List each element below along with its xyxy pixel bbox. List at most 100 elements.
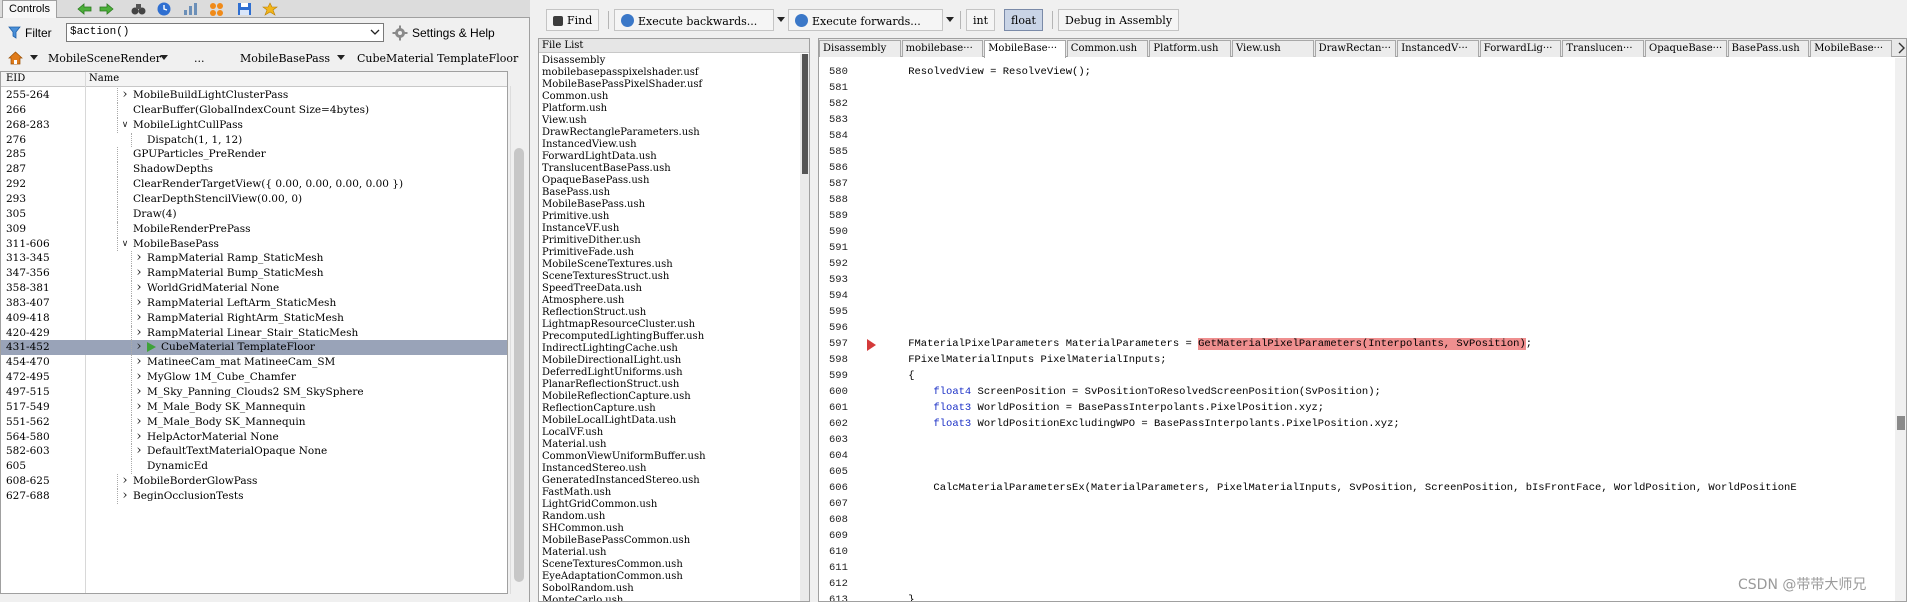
file-list-item[interactable]: InstanceVF.ush [542,223,619,235]
tree-row[interactable]: 285 GPUParticles_PreRender [1,147,507,163]
file-list-item[interactable]: OpaqueBasePass.ush [542,175,649,187]
chevron-right-icon[interactable]: › [120,489,130,502]
source-file-tab[interactable]: Platform.ush [1149,40,1231,57]
file-list-item[interactable]: PrimitiveDither.ush [542,235,641,247]
tree-row[interactable]: 409-418 › RampMaterial RightArm_StaticMesh [1,310,507,326]
tree-row[interactable]: 420-429 › RampMaterial Linear_Stair_Static… [1,325,507,341]
file-list-item[interactable]: PrimitiveFade.ush [542,247,634,259]
file-list-item[interactable]: Disassembly [542,55,605,67]
source-file-tab[interactable]: View.ush [1232,40,1314,57]
chevron-down-icon[interactable]: ∨ [120,238,130,250]
source-file-tab[interactable]: BasePass.ush [1727,40,1810,57]
settings-help-button[interactable]: Settings & Help [412,26,495,40]
file-list-item[interactable]: Random.ush [542,511,605,523]
arrow-left-icon[interactable] [76,1,93,17]
tree-row[interactable]: 564-580 › HelpActorMaterial None [1,429,507,445]
tree-row[interactable]: 266 ClearBuffer(GlobalIndexCount Size=4by… [1,102,507,118]
source-file-tab[interactable]: Disassembly [819,40,901,57]
source-file-tab[interactable]: Translucen··· [1562,40,1644,57]
file-list-item[interactable]: LocalVF.ush [542,427,603,439]
chevron-right-icon[interactable]: › [134,415,144,428]
code-line[interactable]: FPixelMaterialInputs PixelMaterialInputs… [883,354,1166,366]
file-list-item[interactable]: mobilebasepasspixelshader.usf [542,67,699,79]
file-list-item[interactable]: CommonViewUniformBuffer.ush [542,451,706,463]
chevron-right-icon[interactable] [1897,41,1906,55]
chevron-right-icon[interactable]: › [134,430,144,443]
tree-row[interactable]: 608-625 › MobileBorderGlowPass [1,474,507,489]
execute-backwards-button[interactable]: Execute backwards... [614,9,774,31]
tree-row[interactable]: 383-407 › RampMaterial LeftArm_StaticMesh [1,295,507,311]
file-list-item[interactable]: MobileBasePass.ush [542,199,645,211]
chevron-right-icon[interactable]: › [134,444,144,457]
gear-icon[interactable] [392,25,408,41]
tree-row[interactable]: 497-515 › M_Sky_Panning_Clouds2 SM_SkySphe… [1,385,507,400]
file-list-item[interactable]: ReflectionStruct.ush [542,307,646,319]
file-list-item[interactable]: SceneTexturesStruct.ush [542,271,669,283]
file-list-item[interactable]: ForwardLightData.ush [542,151,657,163]
chevron-down-icon[interactable] [370,27,380,37]
tree-row[interactable]: 311-606 ∨ MobileBasePass [1,236,507,252]
file-list-item[interactable]: FastMath.ush [542,487,611,499]
bug-icon[interactable] [262,1,279,17]
file-list-scrollbar[interactable] [800,54,809,601]
file-list-item[interactable]: MobileLocalLightData.ush [542,415,676,427]
file-list-item[interactable]: GeneratedInstancedStereo.ush [542,475,700,487]
tree-row[interactable]: 309 MobileRenderPrePass [1,221,507,237]
execute-forwards-button[interactable]: Execute forwards... [788,9,943,31]
source-file-tab[interactable]: ForwardLig··· [1479,40,1562,57]
chevron-right-icon[interactable]: › [120,474,130,487]
file-list-item[interactable]: MobileBasePassPixelShader.usf [542,79,702,91]
file-list-item[interactable]: Material.ush [542,439,606,451]
tree-row[interactable]: 627-688 › BeginOcclusionTests [1,488,507,504]
file-list-item[interactable]: EyeAdaptationCommon.ush [542,571,683,583]
code-line[interactable]: { [883,370,914,382]
file-list-item[interactable]: SHCommon.ush [542,523,624,535]
file-list-item[interactable]: DrawRectangleParameters.ush [542,127,700,139]
file-list-item[interactable]: SpeedTreeData.ush [542,283,642,295]
tree-row[interactable]: 582-603 › DefaultTextMaterialOpaque None [1,444,507,460]
find-button[interactable]: Find [546,9,600,31]
file-list-item[interactable]: InstancedStereo.ush [542,463,646,475]
file-list-item[interactable]: InstancedView.ush [542,139,637,151]
tree-row[interactable]: 292 ClearRenderTargetView({ 0.00, 0.00, 0… [1,177,507,192]
tree-row[interactable]: 517-549 › M_Male_Body SK_Mannequin [1,399,507,415]
file-list-item[interactable]: PlanarReflectionStruct.ush [542,379,679,391]
file-list-item[interactable]: SceneTexturesCommon.ush [542,559,683,571]
file-list-item[interactable]: MobileReflectionCapture.ush [542,391,691,403]
code-editor[interactable]: ResolvedView = ResolveView(); FMaterialP… [883,58,1906,601]
chevron-right-icon[interactable]: › [134,326,144,339]
file-list-item[interactable]: View.ush [542,115,587,127]
source-file-tab[interactable]: MobileBase··· [1810,40,1892,57]
breadcrumb-item[interactable]: MobileBasePass [240,52,330,65]
code-scrollbar[interactable] [1895,58,1906,601]
tab-controls[interactable]: Controls [2,0,57,18]
file-list-item[interactable]: IndirectLightingCache.ush [542,343,678,355]
code-line[interactable]: ResolvedView = ResolveView(); [883,66,1091,78]
chevron-right-icon[interactable]: › [134,266,144,279]
tree-row[interactable]: 293 ClearDepthStencilView(0.00, 0) [1,191,507,207]
file-list-item[interactable]: MobileBasePassCommon.ush [542,535,690,547]
code-line[interactable]: } [883,594,914,601]
debug-in-assembly-button[interactable]: Debug in Assembly [1058,9,1180,31]
chevron-down-icon[interactable]: ∨ [120,119,130,131]
save-icon[interactable] [236,1,253,17]
chevron-right-icon[interactable]: › [134,251,144,264]
chevron-right-icon[interactable]: › [120,88,130,101]
tree-row[interactable]: 551-562 › M_Male_Body SK_Mannequin [1,414,507,430]
file-list-item[interactable]: Material.ush [542,547,606,559]
int-toggle-button[interactable]: int [966,9,996,31]
arrow-right-icon[interactable] [98,1,115,17]
file-list-item[interactable]: BasePass.ush [542,187,610,199]
file-list-item[interactable]: PrecomputedLightingBuffer.ush [542,331,704,343]
scrollbar-thumb[interactable] [1897,416,1905,430]
chevron-right-icon[interactable]: › [134,385,144,398]
breadcrumb-item[interactable]: MobileSceneRender [48,52,161,65]
binoculars-icon[interactable] [130,1,147,17]
file-list-item[interactable]: ReflectionCapture.ush [542,403,656,415]
chevron-right-icon[interactable]: › [134,311,144,324]
tree-row[interactable]: 305 Draw(4) [1,206,507,222]
tree-row[interactable]: 255-264 › MobileBuildLightClusterPass [1,88,507,103]
file-list-item[interactable]: LightGridCommon.ush [542,499,657,511]
file-list-item[interactable]: MobileDirectionalLight.ush [542,355,681,367]
column-header-name[interactable]: Name [89,73,119,84]
